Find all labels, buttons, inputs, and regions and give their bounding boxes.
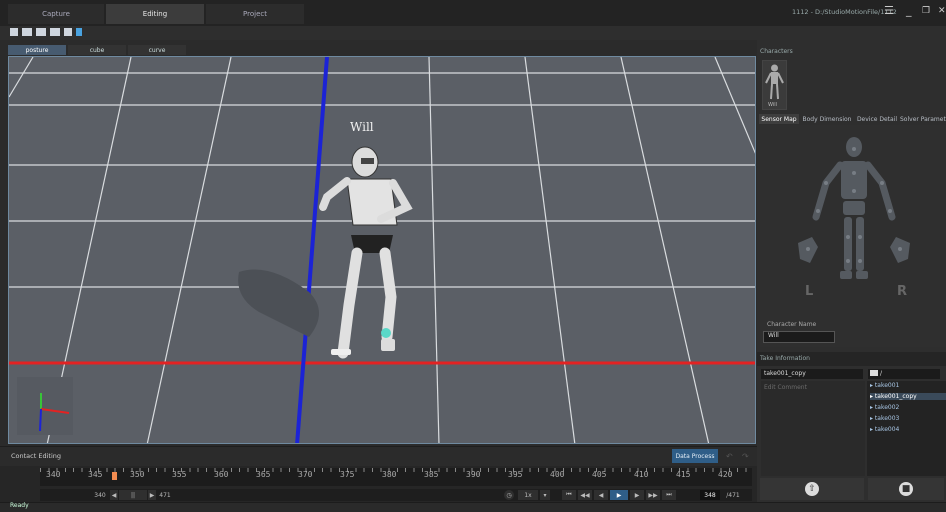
tick-label: 385 <box>424 470 439 479</box>
speed-dropdown-icon[interactable]: ▾ <box>540 490 550 500</box>
list-item[interactable]: ▸ take001_copy <box>870 393 946 400</box>
contact-editing-bar <box>0 446 757 466</box>
list-item[interactable]: ▸ take003 <box>870 415 899 422</box>
tick-label: 405 <box>592 470 607 479</box>
tick-label: 420 <box>718 470 733 479</box>
status-text: Ready <box>10 502 29 509</box>
undo-icon[interactable]: ↶ <box>726 452 733 461</box>
layout-settings-icon[interactable] <box>76 28 82 36</box>
take-info-header: Take Information <box>760 355 810 362</box>
character-name-label: Character Name <box>767 321 817 328</box>
export-icon: ⇧ <box>805 482 819 496</box>
export-button[interactable]: ⇧ <box>760 478 864 500</box>
range-end[interactable]: 471 <box>157 490 173 500</box>
layout-grid-icon[interactable] <box>50 28 60 36</box>
range-start-handle-icon[interactable]: ◀ <box>110 490 118 500</box>
comment-field[interactable]: Edit Comment <box>761 381 865 476</box>
tick-label: 345 <box>88 470 103 479</box>
list-item[interactable]: ▸ take004 <box>870 426 899 433</box>
project-path: 1112 - D:/StudioMotionFile/1112 <box>792 8 897 16</box>
play-icon[interactable]: ▶ <box>610 490 628 500</box>
tick-label: 415 <box>676 470 691 479</box>
current-frame-field[interactable]: 348 <box>700 490 720 500</box>
tab-capture[interactable]: Capture <box>8 4 104 24</box>
minimize-icon[interactable]: _ <box>906 4 912 17</box>
speed-select[interactable]: 1x <box>518 490 538 500</box>
tick-label: 410 <box>634 470 649 479</box>
folder-path-field[interactable]: / <box>868 369 940 379</box>
character-thumb-label: Will <box>768 102 778 108</box>
range-end-handle-icon[interactable]: ▶ <box>148 490 156 500</box>
prev-frame-icon[interactable]: ◀ <box>594 490 608 500</box>
tick-label: 390 <box>466 470 481 479</box>
take-name-field[interactable]: take001_copy <box>761 369 863 379</box>
tab-device-detail[interactable]: Device Detail <box>855 114 899 124</box>
layout-single-icon[interactable] <box>10 28 18 36</box>
restore-icon[interactable]: ❐ <box>922 6 930 16</box>
step-forward-icon[interactable]: ▶▶ <box>646 490 660 500</box>
character-name-field[interactable]: Will <box>763 331 835 343</box>
range-start[interactable]: 340 <box>92 490 108 500</box>
go-start-icon[interactable]: ⏮ <box>562 490 576 500</box>
tab-curve[interactable]: curve <box>128 45 186 55</box>
save-button[interactable]: ■ <box>868 478 944 500</box>
tick-label: 380 <box>382 470 397 479</box>
tab-body-dimension[interactable]: Body Dimension <box>800 114 854 124</box>
scene-grid <box>9 57 755 443</box>
axis-gizmo <box>17 377 73 435</box>
tab-sensor-map[interactable]: Sensor Map <box>759 114 799 124</box>
go-end-icon[interactable]: ⏭ <box>662 490 676 500</box>
sensor-map <box>760 125 946 347</box>
tick-label: 365 <box>256 470 271 479</box>
sensor-body-diagram <box>798 137 910 279</box>
tab-project[interactable]: Project <box>206 4 304 24</box>
list-item[interactable]: ▸ take001 <box>870 382 899 389</box>
layout-toolbar <box>0 26 946 40</box>
range-bar[interactable]: || <box>119 490 147 500</box>
3d-viewport[interactable] <box>8 56 756 444</box>
save-icon: ■ <box>899 482 913 496</box>
list-item[interactable]: ▸ take002 <box>870 404 899 411</box>
folder-icon <box>870 370 878 376</box>
tab-cube[interactable]: cube <box>68 45 126 55</box>
character-label: Will <box>350 120 374 134</box>
hamburger-icon[interactable]: ☰ <box>884 4 894 17</box>
tab-editing[interactable]: Editing <box>106 4 204 24</box>
playhead-marker[interactable] <box>112 472 117 480</box>
data-process-button[interactable]: Data Process <box>672 449 718 463</box>
status-bar <box>0 502 946 512</box>
next-frame-icon[interactable]: ▶ <box>630 490 644 500</box>
tick-label: 360 <box>214 470 229 479</box>
tab-solver-parameter[interactable]: Solver Parameter <box>900 114 946 124</box>
left-side-label: L <box>805 284 814 299</box>
total-frames: /471 <box>726 491 740 499</box>
layout-split-icon[interactable] <box>22 28 32 36</box>
layout-horizontal-icon[interactable] <box>36 28 46 36</box>
tick-label: 340 <box>46 470 61 479</box>
tick-label: 350 <box>130 470 145 479</box>
tick-label: 375 <box>340 470 355 479</box>
characters-header: Characters <box>760 48 793 55</box>
redo-icon[interactable]: ↷ <box>742 452 749 461</box>
tick-label: 370 <box>298 470 313 479</box>
close-icon[interactable]: ✕ <box>938 6 946 16</box>
speed-clock-icon: ◷ <box>504 490 514 500</box>
tick-label: 395 <box>508 470 523 479</box>
tick-label: 355 <box>172 470 187 479</box>
contact-editing-label: Contact Editing <box>11 452 61 460</box>
tab-posture[interactable]: posture <box>8 45 66 55</box>
right-side-label: R <box>897 284 908 299</box>
tick-label: 400 <box>550 470 565 479</box>
step-back-icon[interactable]: ◀◀ <box>578 490 592 500</box>
layout-curve-icon[interactable] <box>64 28 72 36</box>
